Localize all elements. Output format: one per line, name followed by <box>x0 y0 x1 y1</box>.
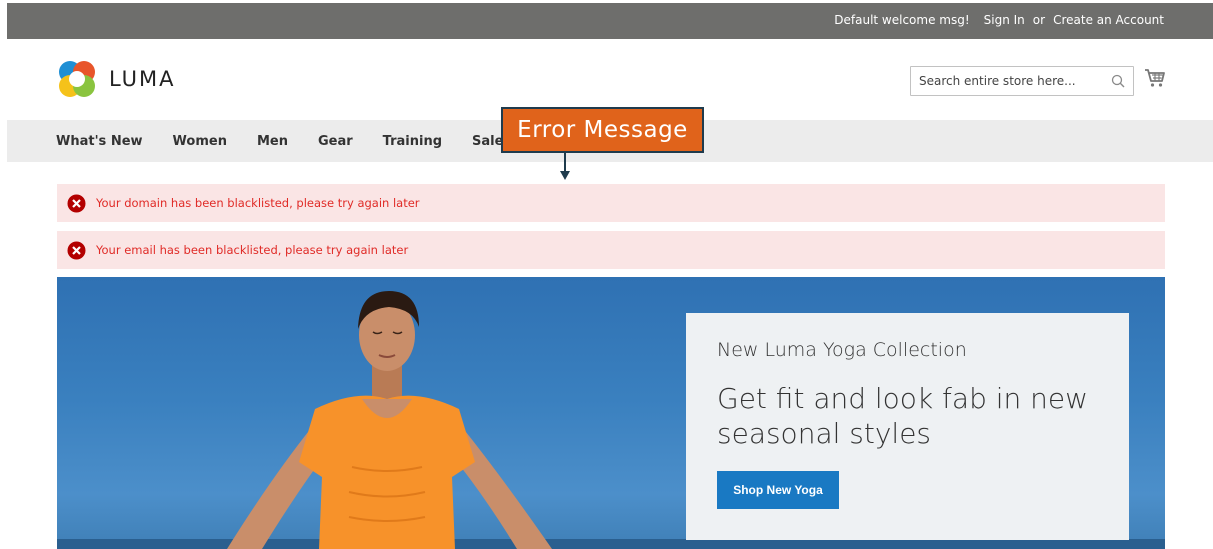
error-message: Your domain has been blacklisted, please… <box>57 184 1165 222</box>
callout-arrow-icon <box>560 153 570 180</box>
hero-subtitle: New Luma Yoga Collection <box>717 339 967 361</box>
hero-promo-card: New Luma Yoga Collection Get fit and loo… <box>686 313 1129 540</box>
sign-in-link[interactable]: Sign In <box>984 13 1025 27</box>
error-icon <box>67 194 86 212</box>
error-message-callout: Error Message <box>501 107 704 153</box>
nav-item-women[interactable]: Women <box>173 134 227 149</box>
top-links: Default welcome msg! Sign In or Create a… <box>834 13 1164 27</box>
search-icon[interactable] <box>1111 74 1125 88</box>
error-message-text: Your email has been blacklisted, please … <box>96 243 409 257</box>
nav-item-sale[interactable]: Sale <box>472 134 503 149</box>
create-account-link[interactable]: Create an Account <box>1053 13 1164 27</box>
cart-icon[interactable] <box>1144 67 1166 89</box>
error-message: Your email has been blacklisted, please … <box>57 231 1165 269</box>
nav-item-men[interactable]: Men <box>257 134 288 149</box>
error-message-text: Your domain has been blacklisted, please… <box>96 196 420 210</box>
luma-logo-icon <box>59 61 95 97</box>
nav-item-gear[interactable]: Gear <box>318 134 353 149</box>
shop-new-yoga-button[interactable]: Shop New Yoga <box>717 471 839 509</box>
or-separator: or <box>1032 13 1046 27</box>
hero-title: Get fit and look fab in new seasonal sty… <box>717 382 1089 450</box>
error-icon <box>67 241 86 259</box>
logo[interactable]: LUMA <box>57 59 176 99</box>
hero-banner: New Luma Yoga Collection Get fit and loo… <box>57 277 1165 549</box>
nav-item-whats-new[interactable]: What's New <box>56 134 143 149</box>
search-input[interactable] <box>911 67 1101 95</box>
welcome-message: Default welcome msg! <box>834 13 970 27</box>
logo-text: LUMA <box>109 67 176 91</box>
top-bar: Default welcome msg! Sign In or Create a… <box>7 3 1213 39</box>
search-box <box>910 66 1134 96</box>
nav-item-training[interactable]: Training <box>383 134 442 149</box>
